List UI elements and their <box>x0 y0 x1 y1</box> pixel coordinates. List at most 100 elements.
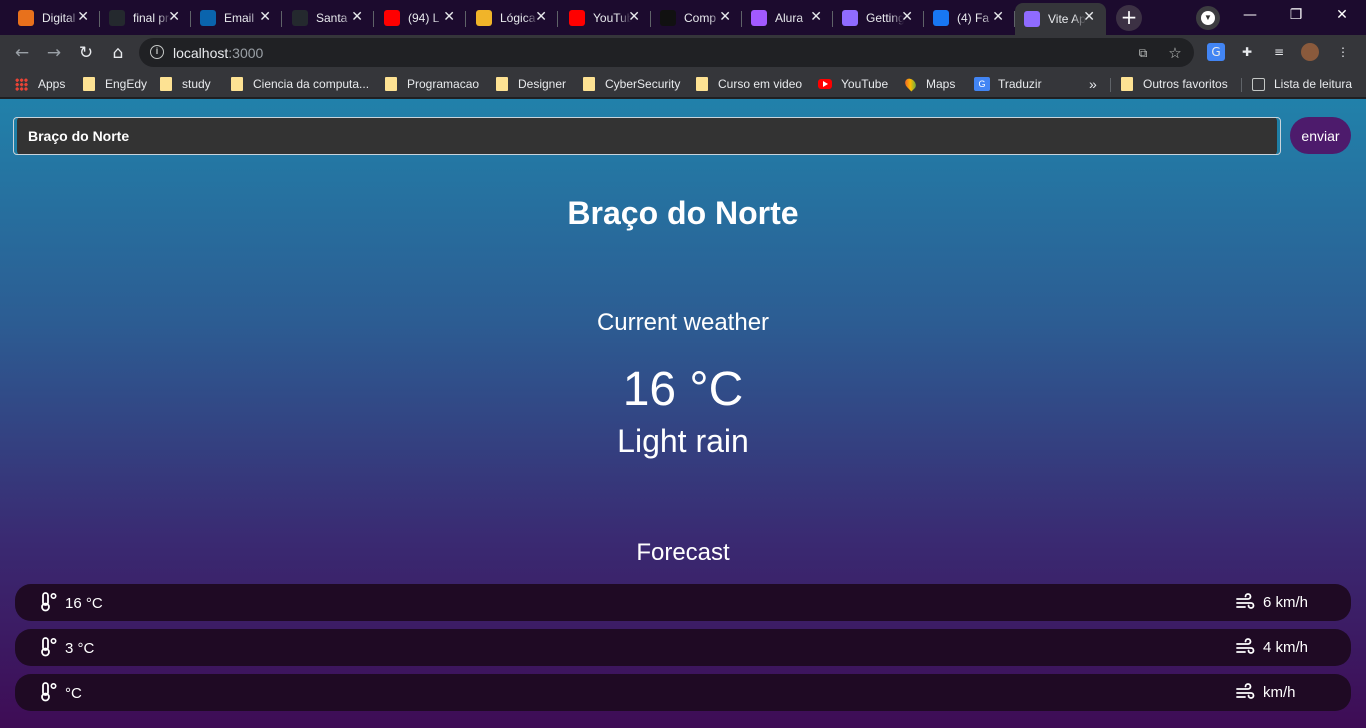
tab-title: Alura <box>775 10 804 25</box>
tab-search-button[interactable]: ▼ <box>1196 6 1220 30</box>
browser-tab[interactable]: final project✕ <box>100 3 191 32</box>
youtube-icon <box>384 9 400 26</box>
restore-button[interactable]: ❐ <box>1276 4 1316 26</box>
tab-title: final project <box>133 10 171 25</box>
bookmark-item[interactable]: EngEdy <box>83 75 147 93</box>
folder-icon <box>231 77 243 91</box>
bookmark-item[interactable]: Designer <box>496 75 566 93</box>
tab-separator <box>465 11 466 27</box>
browser-tab[interactable]: YouTube✕ <box>560 3 651 32</box>
bookmark-item[interactable]: YouTube <box>818 75 888 93</box>
tab-title: (94) L <box>408 10 440 25</box>
forward-button[interactable]: → <box>41 40 67 66</box>
forecast-wind: 4 km/h <box>1263 639 1309 656</box>
url-text[interactable]: localhost:3000 <box>173 45 263 61</box>
info-icon[interactable]: i <box>150 45 164 59</box>
close-icon[interactable]: ✕ <box>259 9 271 25</box>
minimize-button[interactable]: — <box>1230 4 1270 26</box>
bookmark-star-icon[interactable]: ☆ <box>1166 44 1184 62</box>
folder-icon <box>160 77 172 91</box>
reading-list-label: Lista de leitura <box>1274 77 1353 91</box>
send-button[interactable]: enviar <box>1290 117 1351 154</box>
wind-icon <box>1236 683 1255 699</box>
bookmark-label: Programacao <box>407 77 480 91</box>
close-icon[interactable]: ✕ <box>628 9 640 25</box>
extensions-puzzle-icon[interactable]: ✚ <box>1238 43 1256 61</box>
bookmark-item[interactable]: Curso em video <box>696 75 802 93</box>
city-title: Braço do Norte <box>567 195 799 231</box>
chevron-down-icon: ▼ <box>1201 11 1215 25</box>
forecast-heading: Forecast <box>636 539 730 566</box>
close-icon[interactable]: ✕ <box>351 9 363 25</box>
bookmark-label: Maps <box>926 77 956 91</box>
close-icon[interactable]: ✕ <box>810 9 822 25</box>
bookmark-item[interactable]: Apps <box>15 75 65 93</box>
forecast-row: 3 °C 4 km/h <box>15 629 1351 666</box>
tab-title: Comp <box>684 10 717 25</box>
bookmarks-bar: Apps EngEdy study Ciencia da computa... Prog… <box>0 70 1366 98</box>
translate-extension-icon[interactable]: G <box>1207 43 1225 61</box>
tab-title: (4) Fa <box>957 10 990 25</box>
browser-tab[interactable]: (4) Fa ✕ <box>924 3 1015 32</box>
close-icon[interactable]: ✕ <box>1083 9 1095 25</box>
browser-tab[interactable]: Digital ✕ <box>9 3 100 32</box>
folder-icon <box>1121 77 1133 91</box>
media-controls-icon[interactable]: ≡ <box>1270 43 1288 61</box>
browser-tab[interactable]: Comp ✕ <box>651 3 742 32</box>
close-window-button[interactable]: ✕ <box>1322 4 1362 26</box>
profile-avatar[interactable] <box>1301 43 1319 61</box>
bookmarks-overflow-button[interactable]: » <box>1089 75 1097 93</box>
forecast-row: 16 °C 6 km/h <box>15 584 1351 621</box>
youtube-icon <box>569 9 585 26</box>
bookmark-item[interactable]: G Traduzir <box>974 75 1042 93</box>
bookmark-item[interactable]: study <box>160 75 211 93</box>
browser-tab[interactable]: (94) L ✕ <box>375 3 466 32</box>
bookmark-item[interactable]: Maps <box>902 75 956 93</box>
reload-button[interactable]: ↻ <box>73 40 99 66</box>
browser-toolbar: ← → ↻ ⌂ i localhost:3000 ⧉ ☆ G ✚ ≡ ⋮ <box>0 35 1366 70</box>
address-bar[interactable]: i localhost:3000 ⧉ ☆ <box>139 38 1194 67</box>
folder-icon <box>583 77 595 91</box>
tab-separator <box>557 11 558 27</box>
close-icon[interactable]: ✕ <box>901 9 913 25</box>
home-button[interactable]: ⌂ <box>105 40 131 66</box>
bookmark-item[interactable]: Ciencia da computa... <box>231 75 369 93</box>
bookmark-label: Ciencia da computa... <box>253 77 370 91</box>
close-icon[interactable]: ✕ <box>535 9 547 25</box>
tab-title: Digital <box>42 10 76 25</box>
bookmarks-separator <box>1110 78 1111 92</box>
thermometer-icon <box>41 682 57 702</box>
browser-tab[interactable]: Alura ✕ <box>742 3 833 32</box>
browser-tab[interactable]: Getting ✕ <box>833 3 924 32</box>
browser-tab[interactable]: Email ✕ <box>191 3 282 32</box>
logic-icon <box>476 9 492 26</box>
other-bookmarks-label: Outros favoritos <box>1143 77 1228 91</box>
bookmark-item[interactable]: Programacao <box>385 75 479 93</box>
wind-icon <box>1236 593 1255 609</box>
forecast-temp: 3 °C <box>65 640 95 657</box>
close-icon[interactable]: ✕ <box>77 9 89 25</box>
close-icon[interactable]: ✕ <box>168 9 180 25</box>
wind-icon <box>1236 638 1255 654</box>
close-icon[interactable]: ✕ <box>443 9 455 25</box>
browser-tab[interactable]: Santa ✕ <box>283 3 374 32</box>
folder-icon <box>696 77 708 91</box>
forecast-wind: 6 km/h <box>1263 594 1309 611</box>
other-bookmarks[interactable]: Outros favoritos <box>1121 75 1228 93</box>
reading-list[interactable]: Lista de leitura <box>1252 75 1352 93</box>
current-weather-heading: Current weather <box>596 309 770 336</box>
bookmark-label: EngEdy <box>105 77 148 91</box>
youtube-icon <box>818 79 832 89</box>
browser-tab[interactable]: Lógica ✕ <box>467 3 558 32</box>
browser-tab[interactable]: Vite App✕ <box>1015 3 1106 35</box>
bookmark-item[interactable]: CyberSecurity <box>583 75 680 93</box>
city-search-input[interactable] <box>13 117 1281 155</box>
translate-page-icon[interactable]: ⧉ <box>1134 44 1152 62</box>
bookmark-label: Traduzir <box>998 77 1042 91</box>
new-tab-button[interactable]: + <box>1116 5 1142 31</box>
menu-dots-icon[interactable]: ⋮ <box>1334 43 1352 61</box>
back-button[interactable]: ← <box>9 40 35 66</box>
close-icon[interactable]: ✕ <box>719 9 731 25</box>
tab-title: Getting <box>866 10 904 25</box>
close-icon[interactable]: ✕ <box>992 9 1004 25</box>
